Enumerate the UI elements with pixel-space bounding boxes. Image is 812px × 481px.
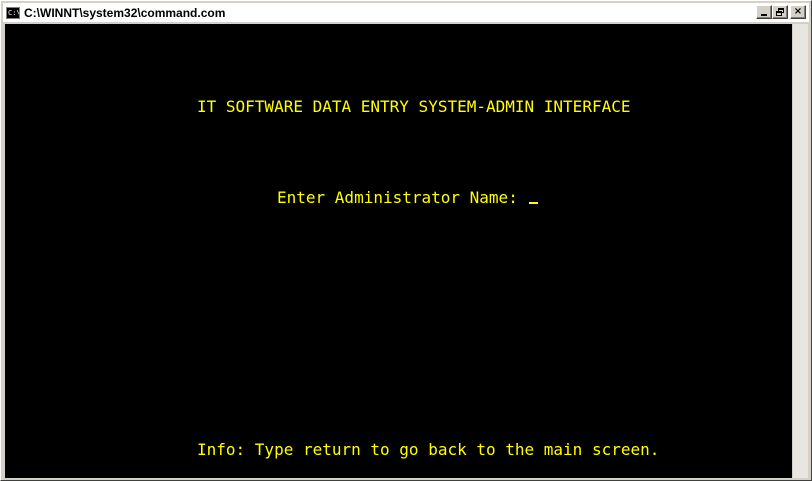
vertical-scrollbar[interactable] — [792, 24, 808, 478]
console-window: C:\ C:\WINNT\system32\command.com × IT S… — [0, 0, 812, 481]
admin-name-prompt[interactable]: Enter Administrator Name: — [277, 188, 539, 208]
console-output[interactable]: IT SOFTWARE DATA ENTRY SYSTEM-ADMIN INTE… — [5, 24, 793, 478]
text-cursor — [529, 202, 539, 204]
window-controls: × — [756, 5, 806, 19]
restore-button[interactable] — [772, 5, 788, 19]
window-title: C:\WINNT\system32\command.com — [24, 5, 226, 20]
admin-name-label: Enter Administrator Name: — [277, 188, 528, 207]
info-message: Info: Type return to go back to the main… — [197, 440, 660, 459]
restore-icon — [775, 8, 785, 16]
title-bar[interactable]: C:\ C:\WINNT\system32\command.com × — [3, 3, 809, 22]
close-button[interactable]: × — [790, 5, 806, 19]
minimize-icon — [761, 14, 767, 16]
minimize-button[interactable] — [756, 5, 772, 19]
command-prompt-icon[interactable]: C:\ — [6, 6, 20, 19]
interface-header: IT SOFTWARE DATA ENTRY SYSTEM-ADMIN INTE… — [197, 97, 631, 116]
close-icon: × — [793, 6, 803, 17]
